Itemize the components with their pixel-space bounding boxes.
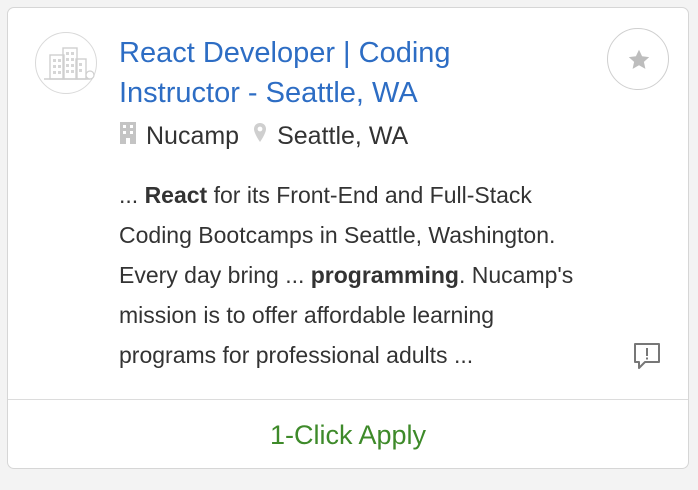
favorite-button[interactable] [607,28,669,90]
snippet-line: Coding Bootcamps in Seattle, Washington. [119,222,556,248]
company-logo-building-icon [35,32,97,94]
snippet-highlight: React [144,182,208,208]
snippet-line: programs for professional adults ... [119,342,474,368]
report-flag-icon[interactable] [632,341,662,371]
snippet-line: ... React for its Front-End and Full-Sta… [119,182,532,208]
job-snippet: ... React for its Front-End and Full-Sta… [119,175,649,375]
job-title-line2: Instructor - Seattle, WA [119,77,418,109]
snippet-highlight: programming [310,262,459,288]
building-icon [119,121,137,152]
one-click-apply-button[interactable]: 1-Click Apply [8,400,688,468]
map-pin-icon [253,122,267,151]
snippet-line: mission is to offer affordable learning [119,302,495,328]
job-card: React Developer | Coding Instructor - Se… [7,7,689,469]
company-name: Nucamp [146,121,240,150]
job-title-link[interactable]: React Developer | Coding Instructor - Se… [119,33,539,113]
job-meta: Nucamp Seattle, WA [119,118,408,154]
snippet-line: Every day bring ... programming. Nucamp'… [119,262,574,288]
job-location: Seattle, WA [277,121,409,150]
star-icon [628,49,650,69]
job-title-line1: React Developer | Coding [119,37,451,69]
